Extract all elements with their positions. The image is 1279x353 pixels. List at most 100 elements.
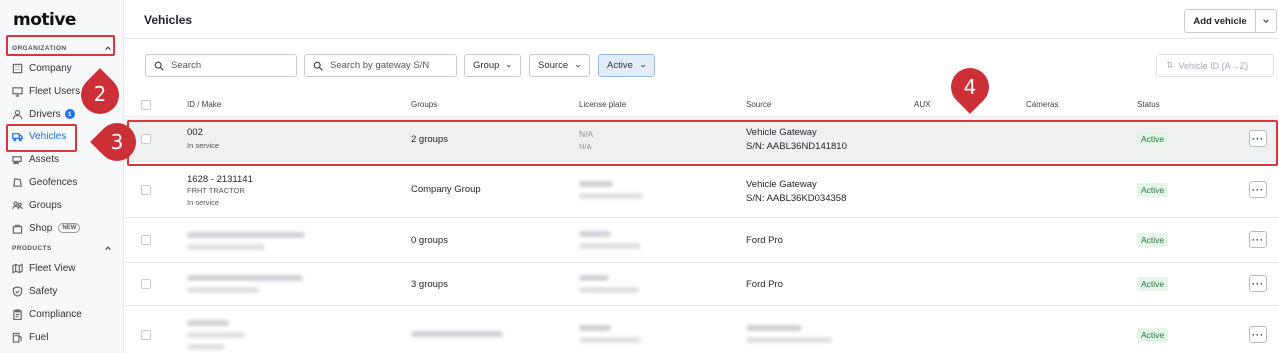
products-section-header[interactable]: PRODUCTS <box>12 244 112 252</box>
source-name: Vehicle Gateway <box>746 179 817 190</box>
chevron-down-icon <box>1263 19 1269 23</box>
row-actions-button[interactable]: ··· <box>1249 231 1267 248</box>
chevron-down-icon <box>640 64 646 68</box>
row-checkbox[interactable] <box>141 185 151 195</box>
sidebar-item-groups[interactable]: Groups <box>12 196 117 214</box>
drivers-count-badge: 1 <box>64 109 75 119</box>
sidebar-item-fleet-view[interactable]: Fleet View <box>12 259 117 277</box>
chevron-down-icon <box>575 64 581 67</box>
monitor-icon <box>12 86 23 97</box>
redacted-text <box>411 331 503 337</box>
column-cameras[interactable]: Cameras <box>1026 100 1058 109</box>
row-actions-button[interactable]: ··· <box>1249 326 1267 343</box>
search-icon <box>313 61 323 71</box>
sidebar-item-safety[interactable]: Safety <box>12 282 117 300</box>
select-all-checkbox[interactable] <box>141 100 151 110</box>
geofence-icon <box>13 177 22 187</box>
sidebar-item-geofences[interactable]: Geofences <box>12 173 117 191</box>
vehicle-groups: 0 groups <box>411 235 448 246</box>
vehicle-id[interactable]: 1628 - 2131141 <box>187 174 253 185</box>
motive-logo[interactable]: motive <box>13 10 76 30</box>
gateway-serial: S/N: AABL36KD034358 <box>746 193 847 204</box>
table-row[interactable]: 1628 - 2131141 FRHT TRACTOR In service C… <box>125 163 1279 218</box>
add-vehicle-button[interactable]: Add vehicle <box>1184 9 1277 33</box>
group-filter[interactable]: Group <box>464 54 521 77</box>
column-id-make[interactable]: ID / Make <box>187 100 221 109</box>
annotation-number-4: 4 <box>963 75 977 99</box>
row-actions-button[interactable]: ··· <box>1249 275 1267 292</box>
new-badge: NEW <box>58 223 81 233</box>
annotation-box-organization <box>6 35 115 56</box>
person-icon <box>12 109 23 119</box>
vehicle-state: In service <box>187 198 220 207</box>
fuel-icon <box>12 332 22 343</box>
redacted-text <box>187 320 229 326</box>
column-license-plate[interactable]: License plate <box>579 100 626 109</box>
redacted-text <box>187 344 225 350</box>
redacted-text <box>579 181 613 187</box>
redacted-text <box>579 275 609 281</box>
redacted-text <box>187 332 245 338</box>
status-badge: Active <box>1137 328 1169 342</box>
groups-icon <box>12 200 23 209</box>
clipboard-icon <box>13 308 22 320</box>
redacted-text <box>579 325 611 331</box>
sidebar-item-fuel[interactable]: Fuel <box>12 328 117 346</box>
sort-select[interactable]: ⇅ Vehicle ID (A→Z) <box>1156 54 1274 77</box>
table-header: ID / Make Groups License plate Source AU… <box>125 93 1279 117</box>
vehicle-groups: Company Group <box>411 184 481 195</box>
trailer-icon <box>12 155 22 164</box>
search-icon <box>154 61 164 71</box>
annotation-box-vehicles <box>6 124 77 152</box>
page-title: Vehicles <box>144 13 193 27</box>
column-source[interactable]: Source <box>746 100 771 109</box>
redacted-text <box>187 287 259 293</box>
redacted-text <box>579 193 643 199</box>
add-vehicle-dropdown[interactable] <box>1256 10 1276 32</box>
redacted-text <box>187 232 305 238</box>
row-checkbox[interactable] <box>141 330 151 340</box>
status-filter[interactable]: Active <box>598 54 655 77</box>
column-aux[interactable]: AUX <box>914 100 930 109</box>
building-icon <box>12 63 23 73</box>
redacted-text <box>746 325 802 331</box>
table-row[interactable]: Active ··· <box>125 307 1279 353</box>
source-name: Ford Pro <box>746 235 783 246</box>
table-row[interactable]: 0 groups Ford Pro Active ··· <box>125 219 1279 263</box>
redacted-text <box>187 275 303 281</box>
shield-icon <box>12 285 23 297</box>
source-filter[interactable]: Source <box>529 54 590 77</box>
shop-icon <box>12 224 23 234</box>
vehicle-make: FRHT TRACTOR <box>187 186 245 195</box>
search-input[interactable]: Search <box>145 54 297 77</box>
row-actions-button[interactable]: ··· <box>1249 181 1267 198</box>
status-badge: Active <box>1137 233 1169 247</box>
sidebar-item-compliance[interactable]: Compliance <box>12 305 117 323</box>
row-checkbox[interactable] <box>141 279 151 289</box>
annotation-box-row <box>127 120 1278 166</box>
annotation-number-3: 3 <box>110 130 124 154</box>
redacted-text <box>187 244 265 250</box>
redacted-text <box>579 287 639 293</box>
redacted-text <box>579 337 641 343</box>
divider <box>125 38 1279 39</box>
map-icon <box>12 262 23 274</box>
chevron-up-icon <box>105 246 111 250</box>
redacted-text <box>579 243 641 249</box>
chevron-down-icon <box>507 64 512 67</box>
redacted-text <box>579 231 611 237</box>
source-name: Ford Pro <box>746 279 783 290</box>
column-groups[interactable]: Groups <box>411 100 437 109</box>
column-status[interactable]: Status <box>1137 100 1160 109</box>
redacted-text <box>746 337 832 343</box>
row-checkbox[interactable] <box>141 235 151 245</box>
status-badge: Active <box>1137 277 1169 291</box>
annotation-number-2: 2 <box>93 82 107 106</box>
table-row[interactable]: 3 groups Ford Pro Active ··· <box>125 264 1279 306</box>
sidebar-item-shop[interactable]: Shop NEW <box>12 219 117 237</box>
vehicle-groups: 3 groups <box>411 279 448 290</box>
sort-arrows-icon: ⇅ <box>1166 60 1174 70</box>
gateway-search-input[interactable]: Search by gateway S/N <box>304 54 457 77</box>
status-badge: Active <box>1137 183 1169 197</box>
main-content: Vehicles Add vehicle Search Search by ga… <box>125 0 1279 353</box>
